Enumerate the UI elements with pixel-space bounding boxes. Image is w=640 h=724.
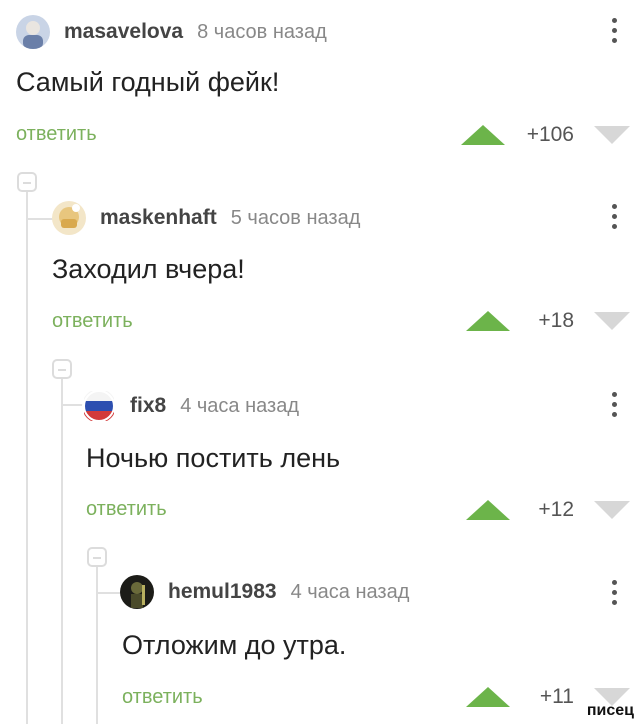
thread-line (26, 192, 28, 724)
reply-button[interactable]: ответить (122, 686, 203, 709)
timestamp[interactable]: 8 часов назад (197, 21, 327, 44)
thread-connector (26, 192, 54, 220)
reply-button[interactable]: ответить (52, 310, 133, 333)
avatar[interactable] (16, 15, 50, 49)
username[interactable]: hemul1983 (168, 580, 277, 604)
score: +18 (538, 309, 574, 332)
timestamp[interactable]: 5 часов назад (231, 207, 361, 230)
comment-text: Ночью постить лень (86, 443, 341, 473)
downvote-arrow-icon[interactable] (594, 312, 630, 330)
downvote-arrow-icon[interactable] (594, 501, 630, 519)
username[interactable]: masavelova (64, 20, 183, 44)
comment-text: Заходил вчера! (52, 254, 245, 284)
score: +11 (539, 685, 574, 708)
username[interactable]: fix8 (130, 394, 166, 418)
upvote-arrow-icon[interactable] (460, 125, 505, 145)
timestamp[interactable]: 4 часа назад (180, 395, 299, 418)
more-vertical-icon[interactable] (612, 18, 618, 43)
thread-line (61, 378, 63, 724)
avatar[interactable] (82, 389, 116, 423)
avatar[interactable] (120, 575, 154, 609)
username[interactable]: maskenhaft (100, 206, 217, 230)
upvote-arrow-icon[interactable] (466, 500, 510, 520)
upvote-arrow-icon[interactable] (466, 687, 510, 707)
watermark: писец (586, 702, 634, 719)
reply-button[interactable]: ответить (86, 498, 167, 521)
upvote-arrow-icon[interactable] (466, 311, 510, 331)
avatar[interactable] (52, 201, 86, 235)
more-vertical-icon[interactable] (612, 392, 618, 417)
timestamp[interactable]: 4 часа назад (291, 581, 410, 604)
score: +106 (526, 123, 574, 146)
more-vertical-icon[interactable] (612, 580, 618, 605)
score: +12 (538, 498, 574, 521)
collapse-thread-icon[interactable] (52, 359, 72, 379)
downvote-arrow-icon[interactable] (594, 126, 630, 144)
comment-text: Отложим до утра. (122, 630, 347, 660)
reply-button[interactable]: ответить (16, 123, 97, 146)
comment-text: Самый годный фейк! (16, 67, 280, 97)
collapse-thread-icon[interactable] (87, 547, 107, 567)
collapse-thread-icon[interactable] (17, 172, 37, 192)
more-vertical-icon[interactable] (612, 204, 618, 229)
